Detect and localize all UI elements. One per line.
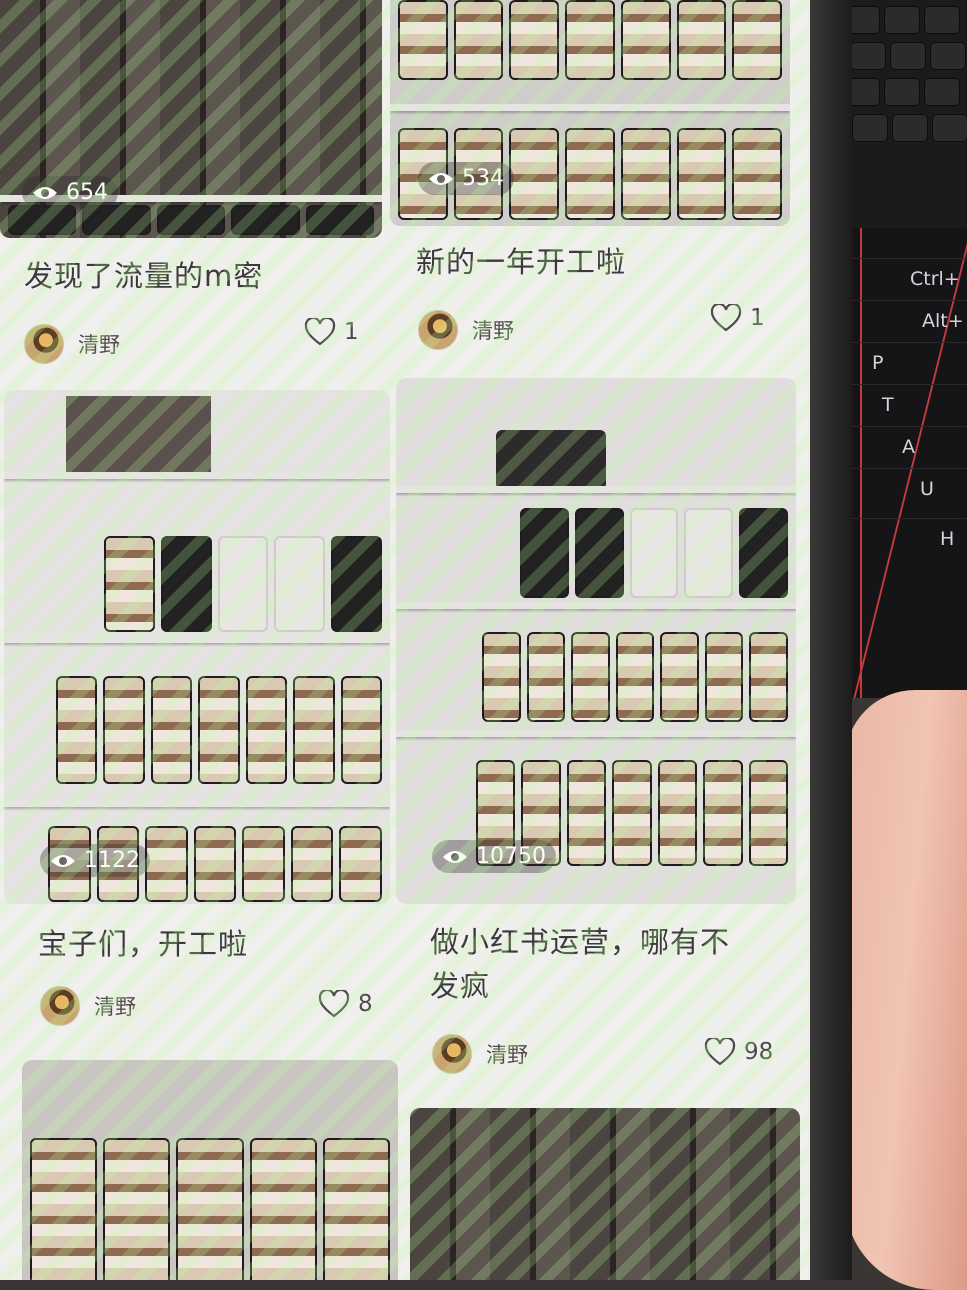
author-name[interactable]: 清野 — [94, 991, 136, 1021]
like-button[interactable]: 8 — [318, 990, 373, 1018]
like-count: 1 — [750, 305, 765, 331]
avatar[interactable] — [40, 986, 80, 1026]
note-card[interactable]: 654 发现了流量的m密 清野 1 — [0, 0, 382, 370]
key-label: U — [842, 468, 967, 508]
view-count-value: 534 — [462, 166, 504, 191]
note-cover-image[interactable] — [410, 1108, 800, 1280]
like-count: 8 — [358, 991, 373, 1017]
note-cover-image[interactable] — [22, 1060, 398, 1280]
note-card[interactable] — [410, 1108, 800, 1280]
view-count: 1122 — [40, 844, 150, 877]
eye-icon — [51, 854, 75, 867]
like-button[interactable]: 98 — [704, 1038, 773, 1066]
note-cover-image[interactable] — [396, 378, 796, 904]
view-count: 10750 — [432, 840, 556, 873]
view-count-value: 10750 — [476, 844, 546, 869]
author-info[interactable]: 清野 — [24, 324, 120, 364]
author-name[interactable]: 清野 — [486, 1039, 528, 1069]
author-info[interactable]: 清野 — [432, 1034, 528, 1074]
heart-icon[interactable] — [304, 318, 336, 346]
avatar[interactable] — [418, 310, 458, 350]
view-count: 654 — [22, 176, 118, 209]
hand — [845, 690, 967, 1290]
note-card[interactable]: 1122 宝子们，开工啦 清野 8 — [4, 390, 390, 1040]
key-label: A — [842, 426, 967, 466]
key-label: T — [842, 384, 967, 424]
note-title: 新的一年开工啦 — [416, 245, 627, 279]
like-count: 98 — [744, 1039, 774, 1065]
note-title: 做小红书运营，哪有不 发疯 — [430, 920, 730, 1008]
note-title: 宝子们，开工啦 — [38, 927, 249, 961]
author-name[interactable]: 清野 — [78, 329, 120, 359]
note-title-line: 发疯 — [430, 969, 491, 1003]
heart-icon[interactable] — [318, 990, 350, 1018]
key-label: H — [842, 518, 967, 558]
heart-icon[interactable] — [704, 1038, 736, 1066]
key-label: Alt+ — [842, 300, 967, 340]
author-info[interactable]: 清野 — [418, 310, 514, 350]
note-card[interactable]: 10750 做小红书运营，哪有不 发疯 清野 98 — [396, 378, 796, 1098]
like-button[interactable]: 1 — [304, 318, 359, 346]
note-title: 发现了流量的m密 — [24, 259, 264, 293]
keyboard — [838, 0, 967, 230]
phone-screen[interactable]: 654 发现了流量的m密 清野 1 534 新的一年开工啦 清野 1 1122 … — [0, 0, 810, 1280]
heart-icon[interactable] — [710, 304, 742, 332]
eye-icon — [429, 172, 453, 185]
like-button[interactable]: 1 — [710, 304, 765, 332]
key-label: Ctrl+ — [842, 258, 967, 298]
note-card[interactable] — [22, 1060, 398, 1280]
eye-icon — [33, 186, 57, 199]
view-count-value: 1122 — [84, 848, 140, 873]
author-info[interactable]: 清野 — [40, 986, 136, 1026]
avatar[interactable] — [24, 324, 64, 364]
author-name[interactable]: 清野 — [472, 315, 514, 345]
like-count: 1 — [344, 319, 359, 345]
view-count: 534 — [418, 162, 514, 195]
note-cover-image[interactable] — [4, 390, 390, 904]
eye-icon — [443, 850, 467, 863]
view-count-value: 654 — [66, 180, 108, 205]
laptop-keyboard-overlay: Ctrl+ Alt+ P T A U H — [842, 228, 967, 698]
key-label: P — [842, 342, 967, 382]
note-feed[interactable]: 654 发现了流量的m密 清野 1 534 新的一年开工啦 清野 1 1122 … — [0, 0, 810, 1280]
note-title-line: 做小红书运营，哪有不 — [430, 925, 731, 959]
note-card[interactable]: 534 新的一年开工啦 清野 1 — [390, 0, 790, 370]
avatar[interactable] — [432, 1034, 472, 1074]
